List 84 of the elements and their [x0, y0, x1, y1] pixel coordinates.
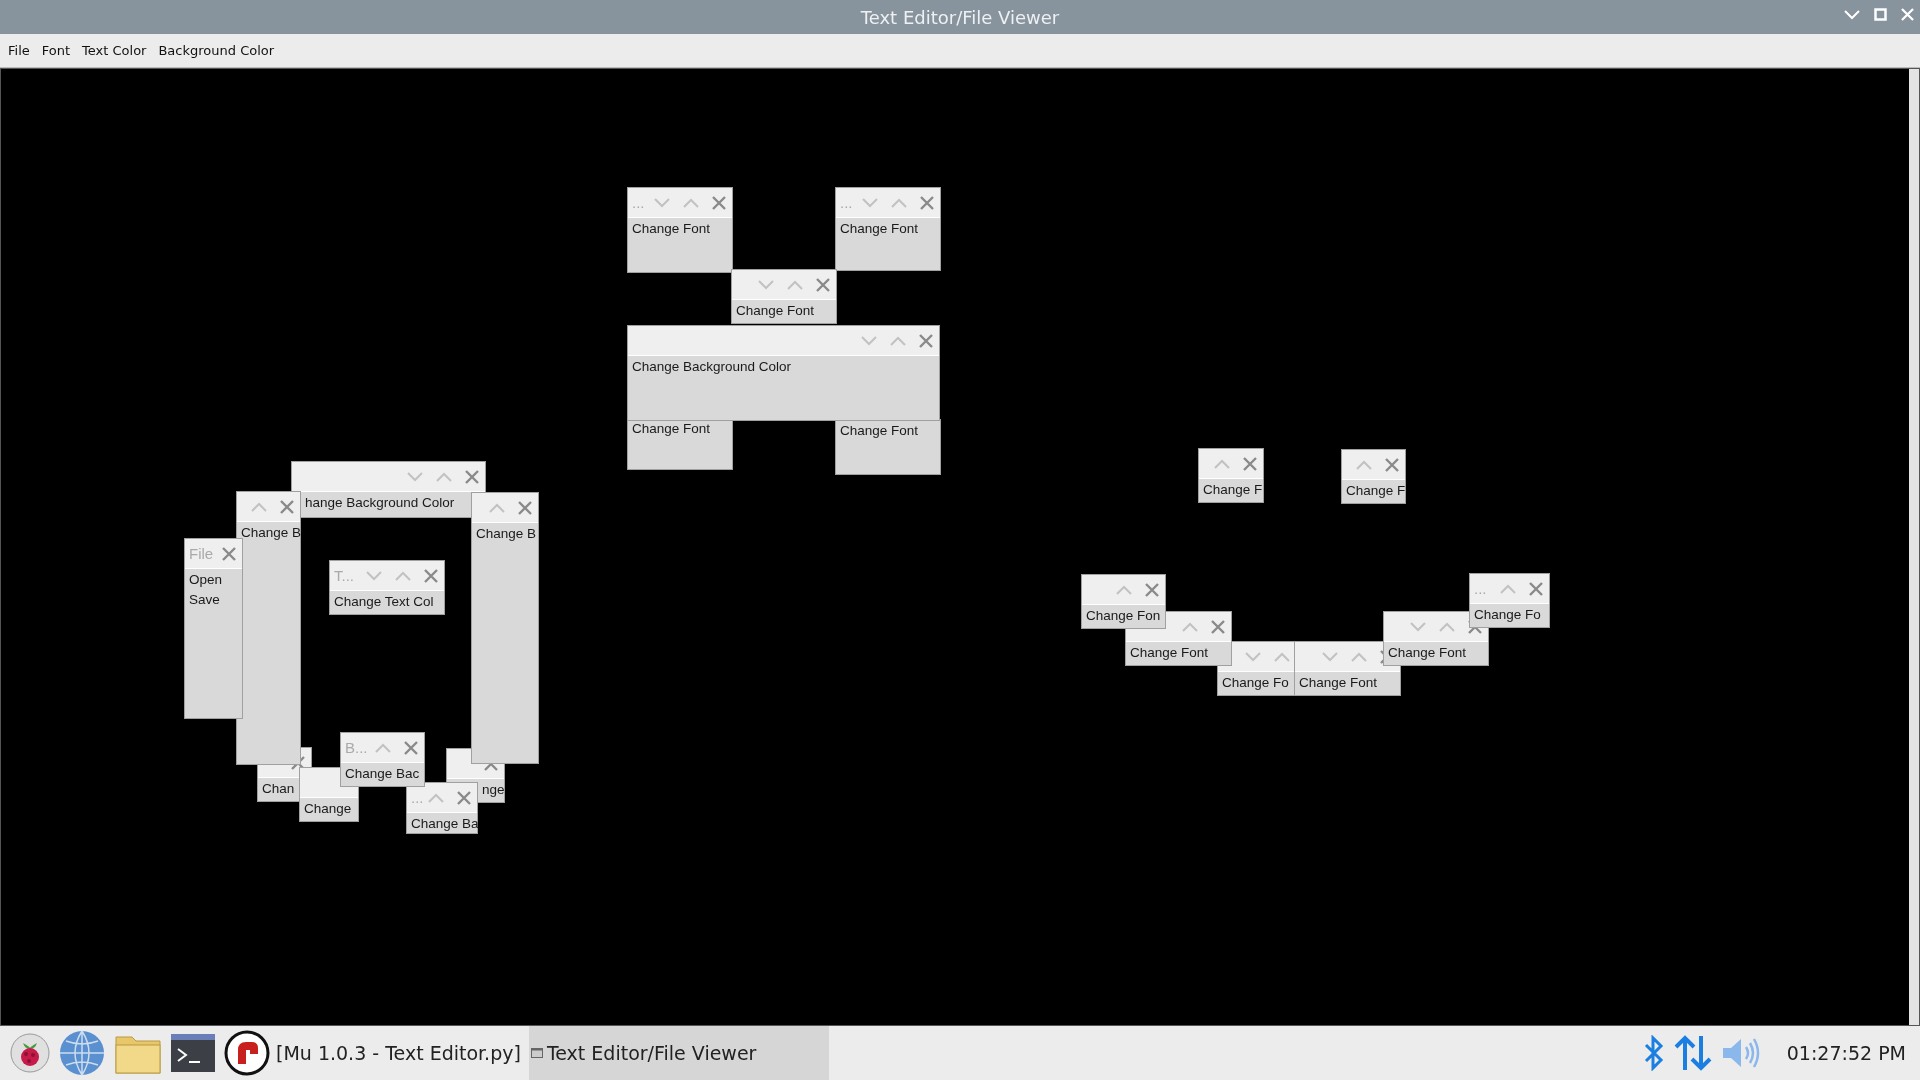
- chevron-down-icon[interactable]: [654, 197, 670, 208]
- chevron-up-icon[interactable]: [395, 570, 411, 581]
- chevron-up-icon[interactable]: [489, 502, 505, 513]
- menu-item[interactable]: Change Text Col: [330, 591, 438, 611]
- chevron-up-icon[interactable]: [375, 742, 391, 753]
- scrollbar[interactable]: [1909, 69, 1919, 1025]
- chevron-down-icon[interactable]: [1322, 651, 1338, 662]
- terminal-icon[interactable]: [170, 1033, 216, 1073]
- menu-title: ...: [1474, 580, 1487, 597]
- menu-item[interactable]: Change Font: [836, 420, 923, 440]
- window-icon: [530, 1048, 543, 1058]
- menu-item[interactable]: Change Font: [1295, 672, 1382, 692]
- taskbar-button[interactable]: [Mu 1.0.3 - Text Editor.py]: [274, 1026, 529, 1080]
- chevron-up-icon[interactable]: [1356, 459, 1372, 470]
- chevron-down-icon[interactable]: [407, 471, 423, 482]
- menu-item[interactable]: Change Font: [628, 218, 715, 238]
- menu-item[interactable]: Change F: [1342, 480, 1410, 500]
- menu-titlebar[interactable]: [1199, 449, 1263, 479]
- chevron-up-icon[interactable]: [890, 335, 906, 346]
- menu-titlebar[interactable]: [732, 270, 836, 300]
- snake-icon[interactable]: [224, 1030, 270, 1076]
- window-title: Text Editor/File Viewer: [860, 6, 1060, 28]
- menu-item[interactable]: File: [2, 39, 36, 62]
- text-area[interactable]: [0, 68, 1920, 1026]
- menu-item[interactable]: Text Color: [76, 39, 153, 62]
- minimize-icon[interactable]: [1844, 9, 1860, 20]
- menu-item[interactable]: Change Bac: [341, 763, 424, 783]
- menu-titlebar[interactable]: [237, 492, 300, 522]
- menu-item[interactable]: Background Color: [152, 39, 281, 62]
- menu-item[interactable]: Change Fo: [1218, 672, 1293, 692]
- chevron-down-icon[interactable]: [1410, 621, 1426, 632]
- menu-item[interactable]: Change Font: [1126, 642, 1213, 662]
- menu-item[interactable]: hange Background Color: [301, 492, 459, 512]
- chevron-up-icon[interactable]: [251, 501, 267, 512]
- network-arrows-icon[interactable]: [1672, 1034, 1713, 1072]
- chevron-down-icon[interactable]: [758, 279, 774, 290]
- chevron-up-icon[interactable]: [683, 197, 699, 208]
- menu-item[interactable]: Font: [35, 39, 77, 62]
- chevron-up-icon[interactable]: [1274, 651, 1290, 662]
- menu-title: B...: [345, 739, 368, 756]
- menu-item[interactable]: Change B: [237, 522, 306, 542]
- chevron-up-icon[interactable]: [1500, 583, 1516, 594]
- menu-title: ...: [840, 194, 853, 211]
- volume-icon[interactable]: [1720, 1036, 1761, 1070]
- menu-item[interactable]: Change Background Color: [628, 356, 796, 376]
- chevron-down-icon[interactable]: [366, 570, 382, 581]
- chevron-up-icon[interactable]: [1439, 621, 1455, 632]
- menu-item[interactable]: Change Font: [732, 300, 819, 320]
- chevron-up-icon[interactable]: [787, 279, 803, 290]
- chevron-up-icon[interactable]: [1116, 584, 1132, 595]
- taskbar-button[interactable]: Text Editor/File Viewer: [528, 1026, 829, 1080]
- menu-item[interactable]: Change Fon: [1082, 605, 1165, 625]
- chevron-up-icon[interactable]: [428, 792, 444, 803]
- menu-item[interactable]: Save: [185, 589, 224, 609]
- menu-item[interactable]: Change Font: [1384, 642, 1471, 662]
- menu-item[interactable]: nge: [478, 779, 509, 799]
- chevron-up-icon[interactable]: [891, 197, 907, 208]
- chevron-down-icon[interactable]: [1245, 651, 1261, 662]
- chevron-up-icon[interactable]: [1214, 458, 1230, 469]
- menu-titlebar[interactable]: [472, 493, 538, 523]
- menu-item[interactable]: Change Font: [836, 218, 923, 238]
- chevron-up-icon[interactable]: [1182, 621, 1198, 632]
- raspberry-icon[interactable]: [10, 1033, 50, 1073]
- menu-item[interactable]: Open: [185, 569, 227, 589]
- menu-title: ...: [632, 194, 645, 211]
- menu-title: File: [189, 545, 214, 562]
- menu-item[interactable]: Change Fo: [1470, 604, 1545, 624]
- menu-title: T...: [334, 567, 354, 584]
- globe-icon[interactable]: [58, 1029, 106, 1077]
- chevron-down-icon[interactable]: [862, 197, 878, 208]
- menu-item[interactable]: Change Font: [628, 418, 715, 438]
- menu-titlebar[interactable]: [1082, 575, 1165, 605]
- menu-item[interactable]: Change F: [1199, 479, 1267, 499]
- menu-item[interactable]: Chan: [258, 778, 299, 798]
- chevron-up-icon[interactable]: [1351, 651, 1367, 662]
- menu-item[interactable]: Change: [300, 798, 356, 818]
- maximize-icon[interactable]: [1874, 8, 1887, 21]
- menu-item[interactable]: Change B: [472, 523, 541, 543]
- bluetooth-icon[interactable]: [1642, 1035, 1665, 1071]
- chevron-down-icon[interactable]: [861, 335, 877, 346]
- menu-title: ...: [411, 789, 424, 806]
- menu-titlebar[interactable]: [1342, 450, 1405, 480]
- chevron-up-icon[interactable]: [436, 471, 452, 482]
- clock: 01:27:52 PM: [1786, 1042, 1906, 1064]
